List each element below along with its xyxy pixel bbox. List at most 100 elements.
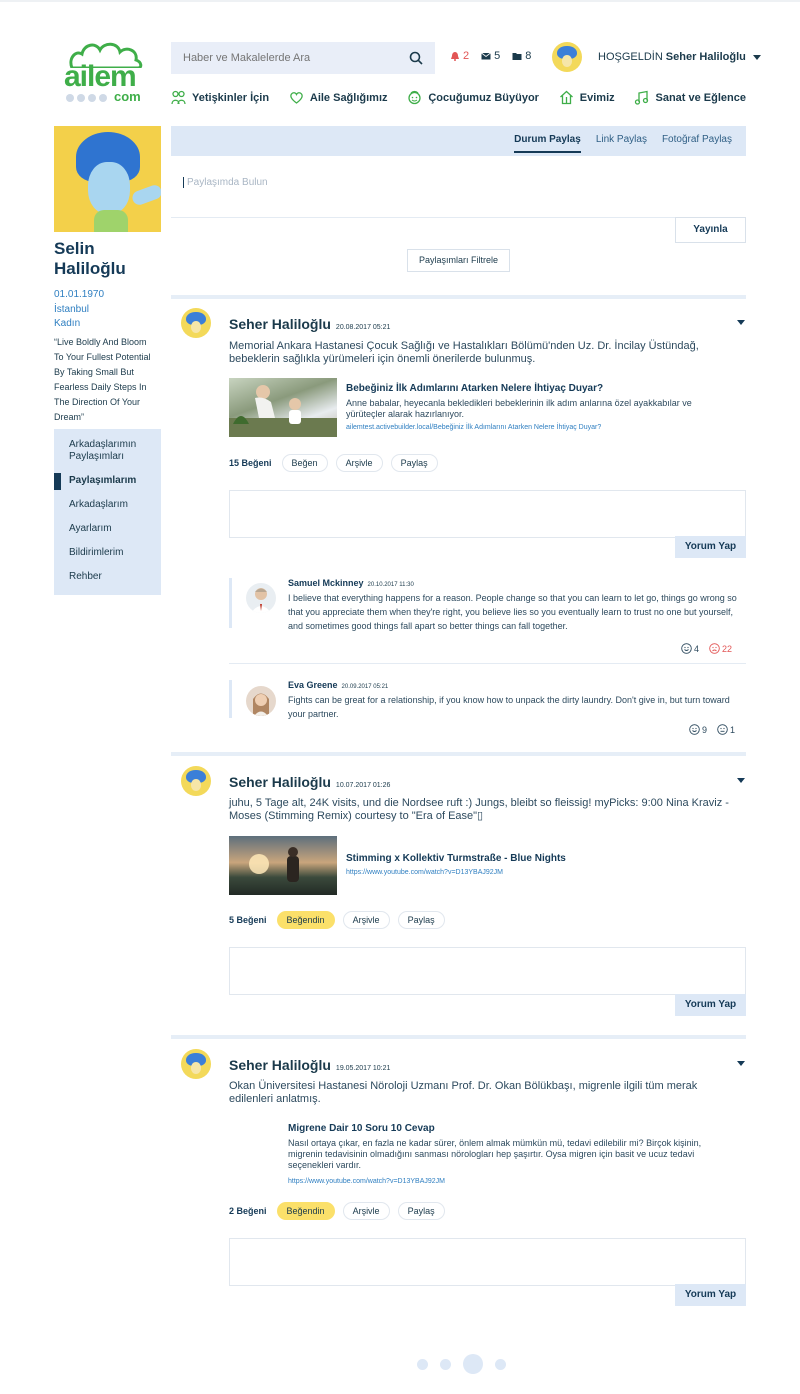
sad-count: 22 <box>722 643 733 654</box>
heart-icon <box>290 92 303 104</box>
comment-input[interactable] <box>229 947 746 995</box>
pagination-dot[interactable] <box>417 1358 428 1370</box>
main-nav: Yetişkinler İçin Aile Sağlığımız Çocuğum… <box>171 90 746 105</box>
user-menu[interactable]: HOŞGELDİN Seher Haliloğlu <box>598 51 761 63</box>
side-item-settings[interactable]: Ayarlarım <box>54 523 161 547</box>
commenter-name[interactable]: Samuel Mckinney <box>288 578 364 588</box>
pagination-dot-active[interactable] <box>463 1354 483 1374</box>
link-description: Nasıl ortaya çıkar, en fazla ne kadar sü… <box>288 1138 702 1170</box>
comment-input[interactable] <box>229 490 746 538</box>
commenter-name[interactable]: Eva Greene <box>288 680 338 690</box>
nav-label: Çocuğumuz Büyüyor <box>428 91 539 104</box>
user-avatar[interactable] <box>552 42 582 72</box>
search-icon[interactable] <box>409 51 423 65</box>
link-title[interactable]: Migrene Dair 10 Soru 10 Cevap <box>288 1123 435 1134</box>
link-title[interactable]: Bebeğiniz İlk Adımlarını Atarken Nelere … <box>346 383 603 394</box>
nav-art-entertainment[interactable]: Sanat ve Eğlence <box>634 90 746 105</box>
link-title[interactable]: Stimming x Kollektiv Turmstraße - Blue N… <box>346 853 566 864</box>
sad-reaction[interactable]: 22 <box>709 643 732 654</box>
like-count[interactable]: 5 Beğeni <box>229 915 267 925</box>
post-avatar[interactable] <box>181 766 211 796</box>
link-thumbnail[interactable] <box>229 378 337 437</box>
side-item-my-posts[interactable]: Paylaşımlarım <box>54 473 161 499</box>
link-url[interactable]: https://www.youtube.com/watch?v=D13YBAJ9… <box>288 1178 445 1185</box>
comment-submit-button[interactable]: Yorum Yap <box>675 536 746 558</box>
people-icon <box>171 90 186 105</box>
side-item-guide[interactable]: Rehber <box>54 571 161 595</box>
archive-button[interactable]: Arşivle <box>342 1202 390 1220</box>
nav-label: Aile Sağlığımız <box>309 91 388 104</box>
nav-home[interactable]: Evimiz <box>559 90 615 105</box>
publish-button[interactable]: Yayınla <box>675 217 746 243</box>
comment-text: I believe that everything happens for a … <box>288 593 737 631</box>
share-button[interactable]: Paylaş <box>397 911 445 929</box>
user-name: Seher Haliloğlu <box>665 51 746 63</box>
tab-status-share[interactable]: Durum Paylaş <box>514 134 581 153</box>
home-icon <box>559 90 573 105</box>
folder-icon <box>512 53 522 60</box>
like-count[interactable]: 15 Beğeni <box>229 458 272 468</box>
commenter-avatar[interactable] <box>246 583 276 613</box>
neutral-reaction[interactable]: 1 <box>717 724 735 735</box>
link-description: Anne babalar, heyecanla bekledikleri beb… <box>346 398 692 419</box>
comment-submit-button[interactable]: Yorum Yap <box>675 1284 746 1306</box>
profile-gender: Kadın <box>54 318 81 329</box>
sunset-photo-image <box>249 847 299 882</box>
nav-adults[interactable]: Yetişkinler İçin <box>171 90 269 105</box>
link-thumbnail[interactable] <box>229 836 337 895</box>
profile-quote: “Live Boldly And Bloom To Your Fullest P… <box>54 337 151 422</box>
chevron-down-icon <box>752 54 761 60</box>
post-date: 19.05.2017 10:21 <box>335 1065 391 1072</box>
archive-button[interactable]: Arşivle <box>342 911 390 929</box>
post-avatar[interactable] <box>181 1049 211 1079</box>
chevron-down-icon[interactable] <box>737 1061 745 1066</box>
pagination-dot[interactable] <box>440 1358 451 1370</box>
chevron-down-icon[interactable] <box>737 778 745 783</box>
tab-photo-share[interactable]: Fotoğraf Paylaş <box>662 134 732 153</box>
folders-count: 8 <box>525 50 532 62</box>
folders-counter[interactable]: 8 <box>512 50 531 62</box>
notifications-count: 2 <box>463 50 470 62</box>
like-button[interactable]: Beğen <box>281 454 328 472</box>
nav-family-health[interactable]: Aile Sağlığımız <box>289 90 388 105</box>
share-button[interactable]: Paylaş <box>390 454 438 472</box>
side-item-notifications[interactable]: Bildirimlerim <box>54 547 161 571</box>
comment-input[interactable] <box>229 1238 746 1286</box>
chevron-down-icon[interactable] <box>737 320 745 325</box>
liked-button[interactable]: Beğendin <box>276 911 335 929</box>
share-button[interactable]: Paylaş <box>397 1202 445 1220</box>
top-border <box>0 0 800 2</box>
link-url[interactable]: https://www.youtube.com/watch?v=D13YBAJ9… <box>346 869 503 876</box>
archive-button[interactable]: Arşivle <box>335 454 383 472</box>
like-count[interactable]: 2 Beğeni <box>229 1206 267 1216</box>
link-url[interactable]: ailemtest.activebuilder.local/Bebeğiniz … <box>346 424 601 431</box>
music-note-icon <box>635 90 649 105</box>
pagination-dot[interactable] <box>495 1358 506 1370</box>
post-author[interactable]: Seher Haliloğlu <box>229 774 331 790</box>
liked-button[interactable]: Beğendin <box>276 1202 335 1220</box>
post-date: 20.08.2017 05:21 <box>335 324 391 331</box>
side-item-friends-posts[interactable]: Arkadaşlarımın Paylaşımları <box>54 439 161 475</box>
share-placeholder: Paylaşımda Bulun <box>183 177 268 188</box>
tab-link-share[interactable]: Link Paylaş <box>596 134 647 153</box>
post-avatar[interactable] <box>181 308 211 338</box>
post-author[interactable]: Seher Haliloğlu <box>229 1057 331 1073</box>
post-text: Okan Üniversitesi Hastanesi Nöroloji Uzm… <box>229 1080 698 1105</box>
post-divider <box>171 1035 746 1039</box>
side-item-friends[interactable]: Arkadaşlarım <box>54 499 161 523</box>
commenter-avatar[interactable] <box>246 686 276 716</box>
header-counters: 2 5 8 <box>450 50 531 62</box>
search-input[interactable] <box>171 42 391 74</box>
share-textarea[interactable]: Paylaşımda Bulun <box>171 156 746 218</box>
nav-child-growing[interactable]: Çocuğumuz Büyüyor <box>407 90 539 105</box>
happy-reaction[interactable]: 4 <box>681 643 699 654</box>
notifications-counter[interactable]: 2 <box>450 50 469 62</box>
happy-reaction[interactable]: 9 <box>689 724 707 735</box>
comment-submit-button[interactable]: Yorum Yap <box>675 994 746 1016</box>
post-author[interactable]: Seher Haliloğlu <box>229 316 331 332</box>
sad-face-icon <box>709 643 720 654</box>
filter-posts-button[interactable]: Paylaşımları Filtrele <box>407 249 510 272</box>
site-logo[interactable]: ailem com <box>62 42 148 104</box>
post-actions: 15 Beğeni Beğen Arşivle Paylaş <box>229 454 438 472</box>
messages-counter[interactable]: 5 <box>481 50 500 62</box>
